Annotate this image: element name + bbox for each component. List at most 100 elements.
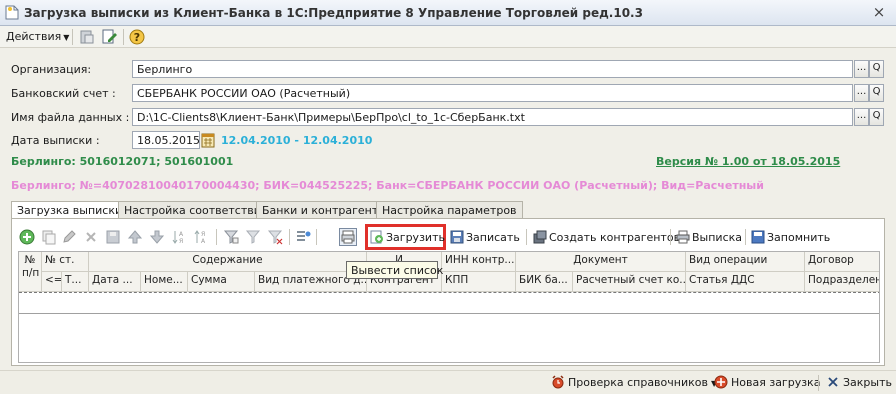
calendar-icon[interactable] [201, 132, 215, 148]
toolbar-separator [670, 229, 671, 245]
col-inn[interactable]: ИНН контр... [442, 252, 516, 272]
col-num-label: № [24, 254, 36, 266]
window-close-button[interactable]: × [868, 3, 890, 22]
statement-panel: AЯ ЯA Загрузить Записать Создать контраг… [11, 218, 885, 366]
print-list-icon[interactable] [339, 228, 357, 246]
load-button[interactable]: Загрузить [370, 227, 445, 247]
save-row-icon[interactable] [105, 229, 121, 245]
file-select-button[interactable]: ... [854, 108, 869, 126]
delete-icon[interactable] [83, 229, 99, 245]
org-label: Организация: [11, 63, 92, 76]
file-label: Имя файла данных : [11, 111, 130, 124]
col-num-label-2: п/п [22, 267, 40, 279]
org-field[interactable]: Берлинго [132, 60, 853, 78]
org-search-icon[interactable]: Q [869, 60, 884, 78]
account-label: Банковский счет : [11, 87, 116, 100]
contractors-icon [533, 230, 547, 244]
window-titlebar: Загрузка выписки из Клиент-Банка в 1С:Пр… [0, 0, 896, 26]
toolbar-separator [316, 229, 317, 245]
statement-print-button[interactable]: Выписка [676, 227, 742, 247]
col-contract[interactable]: Договор [805, 252, 879, 272]
col-statement-num[interactable]: № ст. [42, 252, 89, 272]
add-icon[interactable] [19, 229, 35, 245]
create-contractors-label: Создать контрагентов [549, 231, 681, 244]
col-bik[interactable]: БИК ба... [516, 272, 573, 292]
grid-toolbar: AЯ ЯA Загрузить Записать Создать контраг… [17, 224, 877, 250]
date-field[interactable]: 18.05.2015 [132, 131, 200, 149]
toolbar-separator [526, 229, 527, 245]
edit-document-icon[interactable] [101, 29, 117, 45]
sort-desc-icon[interactable]: ЯA [193, 229, 209, 245]
move-down-icon[interactable] [149, 229, 165, 245]
account-select-button[interactable]: ... [854, 84, 869, 102]
toolbar-separator [216, 229, 217, 245]
table-row[interactable] [19, 292, 879, 314]
col-operation-type[interactable]: Вид операции [686, 252, 805, 272]
col-date[interactable]: Дата ... [89, 272, 141, 292]
tab-mapping-settings[interactable]: Настройка соответствий [118, 201, 275, 219]
main-toolbar: Действия ▼ ? [0, 26, 896, 48]
org-select-button[interactable]: ... [854, 60, 869, 78]
load-button-label: Загрузить [386, 231, 445, 244]
tab-banks-contractors[interactable]: Банки и контрагенты [256, 201, 393, 219]
version-link[interactable]: Версия № 1.00 от 18.05.2015 [656, 155, 840, 168]
clear-filter-icon[interactable] [267, 229, 283, 245]
org-codes-label: Берлинго: 5016012071; 501601001 [11, 155, 234, 168]
file-field[interactable]: D:\1С-Clients8\Клиент-Банк\Примеры\БерПр… [132, 108, 853, 126]
col-sum[interactable]: Сумма [188, 272, 255, 292]
period-label: 12.04.2010 - 12.04.2010 [221, 134, 373, 147]
col-division[interactable]: Подразделен... [805, 272, 879, 292]
toolbar-separator [123, 29, 124, 45]
dock-icon[interactable] [79, 29, 95, 45]
copy-icon[interactable] [41, 229, 57, 245]
help-icon[interactable]: ? [129, 29, 145, 45]
filter-icon[interactable] [223, 229, 239, 245]
remember-label: Запомнить [767, 231, 831, 244]
actions-menu-label: Действия [6, 30, 62, 43]
col-t[interactable]: Т... [62, 272, 89, 292]
check-references-label: Проверка справочников [568, 376, 708, 389]
edit-icon[interactable] [61, 229, 77, 245]
actions-menu[interactable]: Действия ▼ [6, 30, 69, 43]
col-dds[interactable]: Статья ДДС [686, 272, 805, 292]
account-search-icon[interactable]: Q [869, 84, 884, 102]
close-label: Закрыть [843, 376, 892, 389]
save-button-label: Записать [466, 231, 520, 244]
document-icon [5, 5, 19, 20]
statement-grid[interactable]: № п/п № ст. Содержание И... ИНН контр... … [18, 251, 880, 363]
list-settings-icon[interactable] [295, 229, 311, 245]
new-load-button[interactable]: Новая загрузка [714, 375, 820, 389]
toolbar-separator [72, 29, 73, 45]
move-up-icon[interactable] [127, 229, 143, 245]
account-field[interactable]: СБЕРБАНК РОССИИ ОАО (Расчетный) [132, 84, 853, 102]
save-icon [450, 230, 464, 244]
close-button[interactable]: Закрыть [826, 375, 892, 389]
tab-parameters[interactable]: Настройка параметров [376, 201, 523, 219]
new-load-label: Новая загрузка [731, 376, 821, 389]
col-content[interactable]: Содержание [89, 252, 367, 272]
save-button[interactable]: Записать [450, 227, 520, 247]
bank-info-label: Берлинго; №=40702810040170004430; БИК=04… [11, 179, 764, 192]
check-references-button[interactable]: Проверка справочников ▼ [551, 375, 717, 389]
bottom-bar: Проверка справочников ▼ Новая загрузка За… [0, 370, 896, 394]
col-account[interactable]: Расчетный счет ко... [573, 272, 686, 292]
svg-text:Я: Я [201, 231, 205, 238]
tooltip-print-list: Вывести список [346, 261, 443, 279]
svg-text:Я: Я [179, 238, 183, 245]
col-le[interactable]: <= [42, 272, 62, 292]
chevron-down-icon: ▼ [63, 33, 70, 42]
load-icon [370, 230, 383, 244]
alarm-icon [552, 375, 564, 389]
toolbar-separator [745, 229, 746, 245]
filter-value-icon[interactable] [245, 229, 261, 245]
remember-icon [751, 230, 765, 244]
col-kpp[interactable]: КПП [442, 272, 516, 292]
toolbar-separator [818, 375, 819, 391]
col-document[interactable]: Документ [516, 252, 686, 272]
col-number[interactable]: Номе... [141, 272, 188, 292]
col-num[interactable]: № п/п [19, 252, 42, 292]
create-contractors-button[interactable]: Создать контрагентов [533, 227, 680, 247]
file-search-icon[interactable]: Q [869, 108, 884, 126]
sort-asc-icon[interactable]: AЯ [171, 229, 187, 245]
remember-button[interactable]: Запомнить [751, 227, 830, 247]
